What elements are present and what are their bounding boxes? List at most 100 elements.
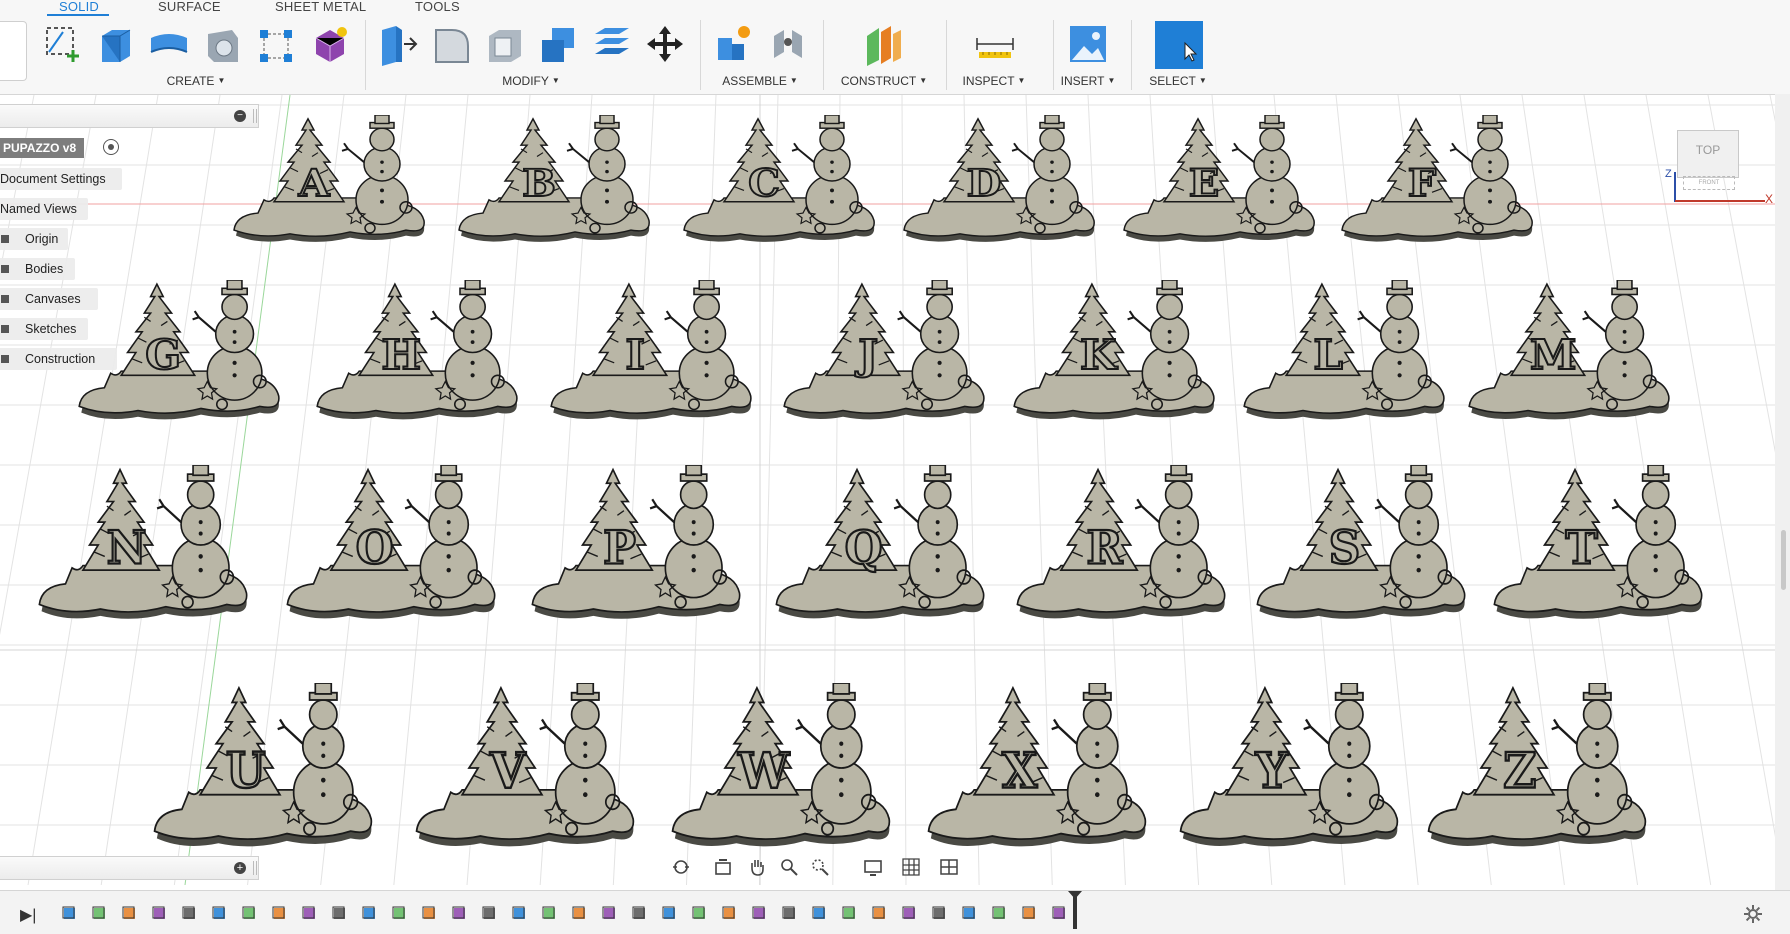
timeline-feature-icon[interactable] bbox=[782, 905, 798, 921]
browser-collapse-button[interactable]: − bbox=[234, 110, 246, 122]
ornament-x[interactable]: X bbox=[924, 682, 1152, 853]
timeline-feature-icon[interactable] bbox=[362, 905, 378, 921]
timeline-feature-icon[interactable] bbox=[302, 905, 318, 921]
extrude-icon[interactable] bbox=[96, 22, 136, 66]
form-icon[interactable] bbox=[310, 22, 350, 66]
timeline-feature-icon[interactable] bbox=[932, 905, 948, 921]
timeline-feature-icon[interactable] bbox=[392, 905, 408, 921]
ornament-t[interactable]: T bbox=[1490, 464, 1708, 625]
ornament-z[interactable]: Z bbox=[1424, 682, 1652, 853]
insert-menu[interactable]: INSERT ▼ bbox=[1061, 74, 1116, 88]
activate-target-icon[interactable] bbox=[103, 139, 119, 155]
tab-tools[interactable]: TOOLS bbox=[415, 0, 460, 13]
timeline-feature-icon[interactable] bbox=[542, 905, 558, 921]
ornament-i[interactable]: I bbox=[547, 279, 757, 425]
browser-item-document-settings[interactable]: Document Settings bbox=[0, 168, 122, 190]
ornament-s[interactable]: S bbox=[1253, 464, 1471, 625]
timeline-feature-icon[interactable] bbox=[1052, 905, 1068, 921]
timeline-feature-icon[interactable] bbox=[182, 905, 198, 921]
ornament-o[interactable]: O bbox=[283, 464, 501, 625]
ornament-n[interactable]: N bbox=[35, 464, 253, 625]
construct-menu[interactable]: CONSTRUCT ▼ bbox=[841, 74, 927, 88]
timeline-feature-icon[interactable] bbox=[152, 905, 168, 921]
document-node[interactable]: PUPAZZO v8 bbox=[0, 138, 85, 158]
view-cube[interactable]: TOP FRONT X Z bbox=[1655, 120, 1785, 220]
ornament-j[interactable]: J bbox=[780, 279, 990, 425]
offset-plane-icon[interactable] bbox=[863, 22, 903, 66]
ornament-w[interactable]: W bbox=[668, 682, 896, 853]
measure-icon[interactable] bbox=[975, 22, 1015, 66]
visibility-box-icon[interactable] bbox=[1, 355, 9, 363]
select-icon[interactable] bbox=[1155, 21, 1203, 69]
move-icon[interactable] bbox=[645, 22, 685, 66]
timeline-feature-icon[interactable] bbox=[1022, 905, 1038, 921]
joint-icon[interactable] bbox=[768, 22, 808, 66]
browser-item-origin[interactable]: Origin bbox=[0, 228, 68, 250]
viewports-icon[interactable] bbox=[939, 857, 959, 877]
timeline-feature-icon[interactable] bbox=[422, 905, 438, 921]
timeline-feature-icon[interactable] bbox=[452, 905, 468, 921]
assemble-menu[interactable]: ASSEMBLE ▼ bbox=[722, 74, 798, 88]
browser-item-construction[interactable]: Construction bbox=[0, 348, 117, 370]
fit-icon[interactable] bbox=[810, 857, 830, 877]
visibility-box-icon[interactable] bbox=[1, 235, 9, 243]
create-menu[interactable]: CREATE ▼ bbox=[167, 74, 226, 88]
ornament-p[interactable]: P bbox=[528, 464, 746, 625]
timeline-feature-icon[interactable] bbox=[662, 905, 678, 921]
timeline-feature-icon[interactable] bbox=[902, 905, 918, 921]
browser-item-bodies[interactable]: Bodies bbox=[0, 258, 75, 280]
new-component-icon[interactable] bbox=[714, 22, 754, 66]
ornament-r[interactable]: R bbox=[1013, 464, 1231, 625]
panel-grip[interactable] bbox=[253, 109, 257, 123]
timeline-feature-icon[interactable] bbox=[992, 905, 1008, 921]
timeline-feature-icon[interactable] bbox=[602, 905, 618, 921]
fillet-icon[interactable] bbox=[432, 22, 472, 66]
timeline-feature-icon[interactable] bbox=[92, 905, 108, 921]
visibility-box-icon[interactable] bbox=[1, 325, 9, 333]
revolve-icon[interactable] bbox=[149, 22, 189, 66]
offset-icon[interactable] bbox=[591, 22, 631, 66]
timeline-feature-icon[interactable] bbox=[122, 905, 138, 921]
tab-sheet-metal[interactable]: SHEET METAL bbox=[275, 0, 366, 13]
timeline-marker[interactable] bbox=[1068, 891, 1082, 929]
ornament-l[interactable]: L bbox=[1240, 279, 1450, 425]
modify-menu[interactable]: MODIFY ▼ bbox=[502, 74, 560, 88]
timeline-feature-icon[interactable] bbox=[512, 905, 528, 921]
scrollbar-thumb[interactable] bbox=[1781, 530, 1786, 590]
combine-icon[interactable] bbox=[538, 22, 578, 66]
timeline-play-icon[interactable]: ▶| bbox=[20, 905, 36, 925]
canvas-viewport[interactable]: A B C D E F G H I J K L M N O P Q R S T … bbox=[0, 95, 1775, 885]
ornament-m[interactable]: M bbox=[1465, 279, 1675, 425]
browser-item-canvases[interactable]: Canvases bbox=[0, 288, 98, 310]
panel-grip[interactable] bbox=[253, 861, 257, 875]
orbit-icon[interactable] bbox=[671, 857, 691, 877]
pan-icon[interactable] bbox=[747, 857, 767, 877]
view-cube-top-face[interactable]: TOP bbox=[1677, 130, 1739, 178]
press-pull-icon[interactable] bbox=[378, 22, 418, 66]
ornament-v[interactable]: V bbox=[412, 682, 640, 853]
browser-item-sketches[interactable]: Sketches bbox=[0, 318, 88, 340]
timeline-feature-icon[interactable] bbox=[872, 905, 888, 921]
timeline-feature-icon[interactable] bbox=[332, 905, 348, 921]
ornament-c[interactable]: C bbox=[680, 114, 880, 247]
timeline-feature-icon[interactable] bbox=[62, 905, 78, 921]
timeline-feature-icon[interactable] bbox=[212, 905, 228, 921]
view-cube-front-face[interactable]: FRONT bbox=[1683, 176, 1735, 190]
ornament-b[interactable]: B bbox=[455, 114, 655, 247]
inspect-menu[interactable]: INSPECT ▼ bbox=[963, 74, 1026, 88]
ornament-e[interactable]: E bbox=[1120, 114, 1320, 247]
tab-surface[interactable]: SURFACE bbox=[158, 0, 221, 13]
ornament-d[interactable]: D bbox=[900, 114, 1100, 247]
timeline-feature-icon[interactable] bbox=[752, 905, 768, 921]
timeline-feature-icon[interactable] bbox=[632, 905, 648, 921]
display-settings-icon[interactable] bbox=[863, 857, 883, 877]
pattern-icon[interactable] bbox=[256, 22, 296, 66]
ornament-k[interactable]: K bbox=[1010, 279, 1220, 425]
look-at-icon[interactable] bbox=[713, 857, 733, 877]
browser-item-named-views[interactable]: Named Views bbox=[0, 198, 88, 220]
shell-icon[interactable] bbox=[485, 22, 525, 66]
timeline-feature-icon[interactable] bbox=[692, 905, 708, 921]
ornament-q[interactable]: Q bbox=[772, 464, 990, 625]
ornament-f[interactable]: F bbox=[1338, 114, 1538, 247]
ornament-h[interactable]: H bbox=[313, 279, 523, 425]
